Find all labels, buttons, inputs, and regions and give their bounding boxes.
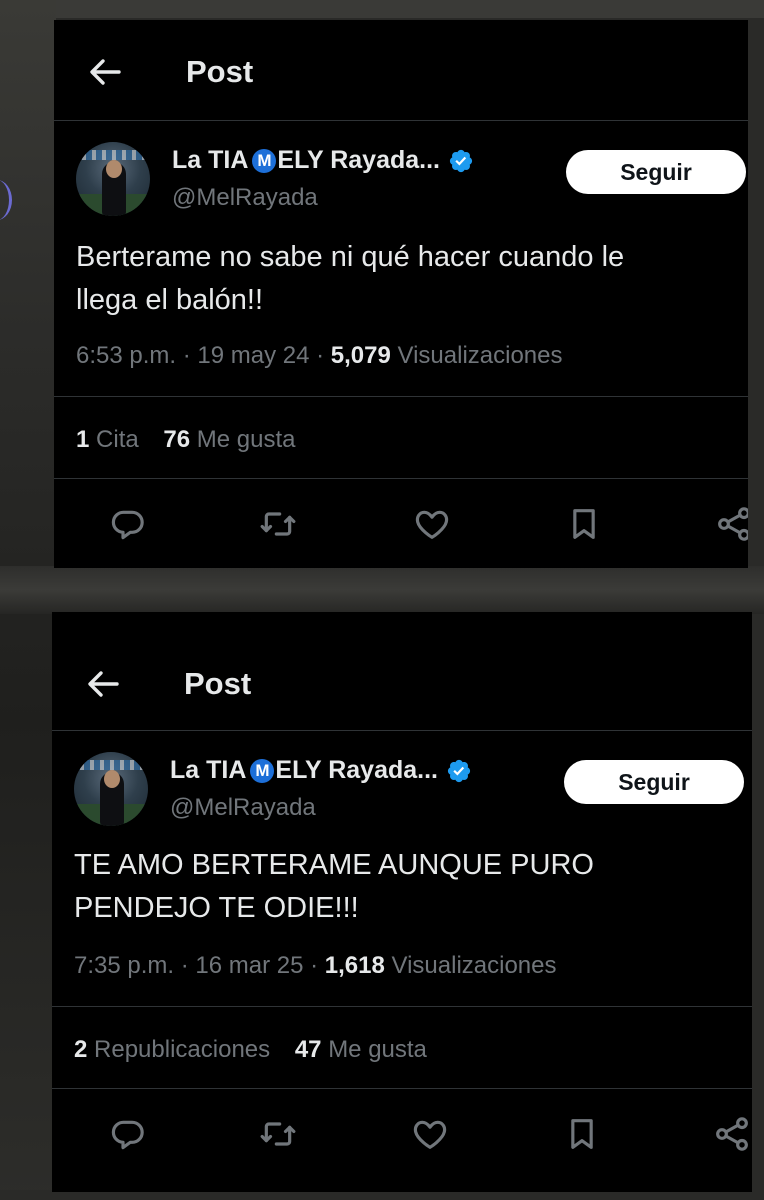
divider [54,478,748,479]
verified-badge-icon [447,759,471,782]
author-handle[interactable]: @MelRayada [170,794,316,822]
divider [54,120,748,121]
name-badge: M [250,758,275,783]
quotes-stat[interactable]: 1 Cita [76,426,139,453]
avatar[interactable] [76,142,150,216]
tweet-meta: 6:53 p.m. · 19 may 24 · 5,079 Visualizac… [76,342,563,370]
tweet-stats: 1 Cita 76 Me gusta [76,426,313,454]
share-icon[interactable] [714,504,748,544]
views-label: Visualizaciones [397,342,563,369]
tweet-text-line: Berterame no sabe ni qué hacer cuando le [76,241,625,273]
repost-icon[interactable] [258,504,298,544]
tweet-stats: 2 Republicaciones 47 Me gusta [74,1036,445,1064]
page-title: Post [186,54,254,89]
name-badge: M [252,148,277,173]
like-icon[interactable] [410,1114,450,1154]
post-card-1: Post La TIA M ELY Rayada... @MelRayada S… [54,20,748,568]
views-count: 5,079 [330,342,391,369]
views-label: Visualizaciones [391,952,557,979]
post-header: Post [54,20,748,120]
post-header: Post [52,612,752,712]
reply-icon[interactable] [108,1114,148,1154]
page-title: Post [184,666,252,701]
divider [52,730,752,731]
likes-stat[interactable]: 76 Me gusta [163,426,295,453]
like-icon[interactable] [412,504,452,544]
divider [54,396,748,397]
author-name-suffix: ELY Rayada... [275,756,439,784]
back-arrow-icon[interactable] [82,664,122,704]
views-count: 1,618 [324,952,385,979]
repost-icon[interactable] [258,1114,298,1154]
divider [52,1006,752,1007]
tweet-timestamp[interactable]: 6:53 p.m. · 19 may 24 · [76,342,331,369]
tweet-text: Berterame no sabe ni qué hacer cuando le… [76,236,740,322]
tweet-text: TE AMO BERTERAME AUNQUE PURO PENDEJO TE … [74,844,744,930]
author-name-prefix: La TIA [170,756,247,784]
tweet-timestamp[interactable]: 7:35 p.m. · 16 mar 25 · [74,952,325,979]
bookmark-icon[interactable] [562,1114,602,1154]
likes-stat[interactable]: 47 Me gusta [295,1036,427,1063]
background-gap [0,566,764,614]
divider [52,1088,752,1089]
reply-icon[interactable] [108,504,148,544]
author-name[interactable]: La TIA M ELY Rayada... [170,756,472,785]
tweet-text-line: PENDEJO TE ODIE!!! [74,892,359,924]
share-icon[interactable] [712,1114,752,1154]
follow-button[interactable]: Seguir [566,150,746,194]
tweet-text-line: TE AMO BERTERAME AUNQUE PURO [74,849,594,881]
background-top [0,0,764,18]
author-name[interactable]: La TIA M ELY Rayada... [172,146,474,175]
verified-badge-icon [449,149,473,172]
post-card-2: Post La TIA M ELY Rayada... @MelRayada S… [52,612,752,1192]
author-name-suffix: ELY Rayada... [277,146,441,174]
back-arrow-icon[interactable] [84,52,124,92]
author-name-prefix: La TIA [172,146,249,174]
bookmark-icon[interactable] [564,504,604,544]
author-handle[interactable]: @MelRayada [172,184,318,212]
tweet-meta: 7:35 p.m. · 16 mar 25 · 1,618 Visualizac… [74,952,557,980]
reposts-stat[interactable]: 2 Republicaciones [74,1036,270,1063]
tweet-text-line: llega el balón!! [76,284,264,316]
avatar[interactable] [74,752,148,826]
follow-button[interactable]: Seguir [564,760,744,804]
